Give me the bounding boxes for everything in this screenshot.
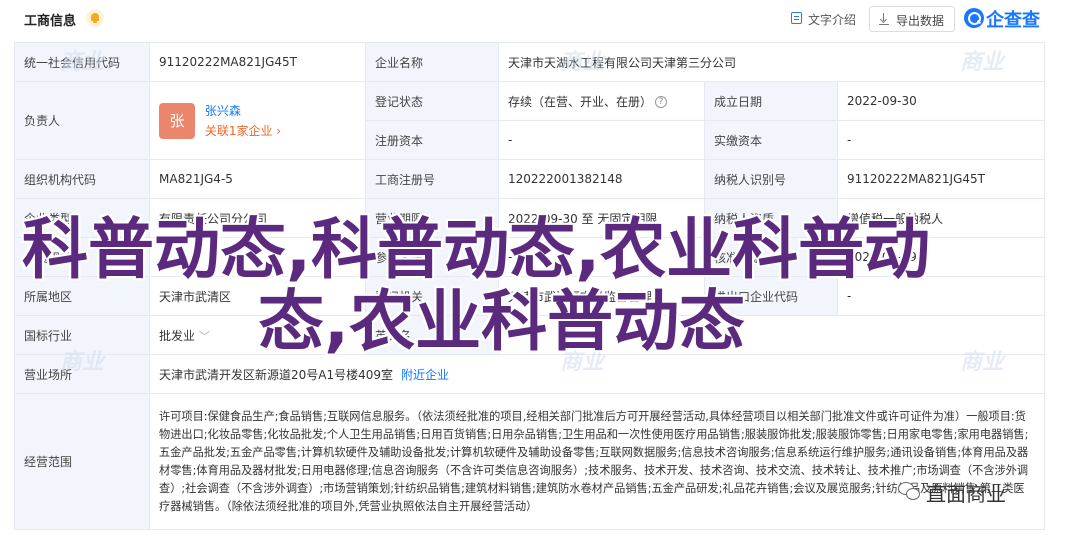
established-value: 2022-09-30 (836, 81, 1046, 121)
org-code-value: MA821JG4-5 (149, 159, 366, 199)
paid-capital-value: - (836, 120, 1046, 160)
logo-text: 企查查 (986, 10, 1040, 31)
legal-rep-name-link[interactable]: 张兴森 (205, 101, 281, 121)
staff-value: - (149, 237, 366, 277)
established-label: 成立日期 (704, 81, 838, 121)
nearby-companies-link[interactable]: 附近企业 (401, 368, 449, 382)
company-name-value: 天津市天湖水工程有限公司天津第三分公司 (497, 42, 1046, 82)
company-name-label: 企业名称 (365, 42, 499, 82)
table-row: 统一社会信用代码 91120222MA821JG45T 企业名称 天津市天湖水工… (14, 42, 1046, 82)
reg-capital-label: 注册资本 (365, 120, 499, 160)
export-data-label: 导出数据 (896, 14, 945, 28)
staff-label: 人员规模 (14, 237, 150, 277)
text-intro-link[interactable]: 文字介绍 (808, 11, 856, 28)
wechat-account-name: 直面商业 (926, 482, 1006, 506)
address-cell: 天津市武清开发区新源道20号A1号楼409室 附近企业 (148, 354, 1046, 394)
scope-value: 许可项目:保健食品生产;食品销售;互联网信息服务。（依法须经批准的项目,经相关部… (148, 393, 1046, 530)
download-icon (879, 13, 889, 25)
industry-value: 批发业 (159, 328, 196, 343)
table-row: 企业类型 有限责任公司分公司 营业期限 2022-09-30 至 无固定期限 纳… (14, 198, 1046, 238)
scope-label: 经营范围 (14, 393, 150, 530)
authority-value: 天津市武清区市场监督管理局 (498, 276, 705, 316)
taxpayer-id-value: 91120222MA821JG45T (836, 159, 1046, 199)
authority-label: 登记机关 (365, 276, 499, 316)
chevron-down-icon: ﹀ (198, 329, 210, 343)
reg-capital-value: - (498, 120, 705, 160)
table-row: 经营范围 许可项目:保健食品生产;食品销售;互联网信息服务。（依法须经批准的项目… (14, 393, 1046, 530)
approval-date-value: 2022-09-19 (836, 237, 1046, 277)
industry-cell[interactable]: 批发业 ﹀ (149, 315, 366, 355)
biz-term-value: 2022-09-30 至 无固定期限 (498, 198, 705, 238)
table-row: 营业场所 天津市武清开发区新源道20号A1号楼409室 附近企业 (14, 354, 1046, 394)
company-type-label: 企业类型 (14, 198, 150, 238)
biz-term-label: 营业期限 (365, 198, 499, 238)
english-name-value: - (497, 315, 1046, 355)
reg-status-label: 登记状态 (365, 81, 499, 121)
table-row: 国标行业 批发业 ﹀ 英文名 - (14, 315, 1046, 355)
paid-capital-label: 实缴资本 (704, 120, 838, 160)
legal-rep-cell: 张 张兴森 关联1家企业 › (149, 81, 366, 160)
section-title: 工商信息 (24, 14, 77, 29)
credit-code-value: 91120222MA821JG45T (149, 42, 366, 82)
legal-rep-info: 张兴森 关联1家企业 › (205, 101, 281, 141)
insured-label: 参保人数 (365, 237, 499, 277)
biz-reg-no-label: 工商注册号 (365, 159, 499, 199)
taxpayer-qual-value: 增值税一般纳税人 (836, 198, 1046, 238)
org-code-label: 组织机构代码 (14, 159, 150, 199)
section-header: 工商信息 文字介绍 导出数据 企查查 (0, 0, 1080, 38)
approval-date-label: 核准日期 (704, 237, 838, 277)
document-icon[interactable] (791, 12, 802, 24)
address-value: 天津市武清开发区新源道20号A1号楼409室 (159, 367, 394, 382)
avatar[interactable]: 张 (159, 102, 195, 139)
legal-rep-label: 负责人 (14, 81, 150, 160)
business-info-table: 统一社会信用代码 91120222MA821JG45T 企业名称 天津市天湖水工… (14, 42, 1046, 530)
related-companies-link[interactable]: 关联1家企业 › (205, 121, 281, 141)
industry-label: 国标行业 (14, 315, 150, 355)
taxpayer-id-label: 纳税人识别号 (704, 159, 838, 199)
table-row: 人员规模 - 参保人数 - 核准日期 2022-09-19 (14, 237, 1046, 277)
table-row: 组织机构代码 MA821JG4-5 工商注册号 120222001382148 … (14, 159, 1046, 199)
insured-value: - (498, 237, 705, 277)
import-export-label: 进出口企业代码 (704, 276, 838, 316)
reg-status-cell: 存续（在营、开业、在册）? (498, 81, 705, 121)
region-value: 天津市武清区 (149, 276, 366, 316)
chevron-right-icon: › (276, 123, 282, 138)
help-icon[interactable]: ? (655, 96, 668, 108)
address-label: 营业场所 (14, 354, 150, 394)
company-type-value: 有限责任公司分公司 (149, 198, 366, 238)
import-export-value: - (836, 276, 1046, 316)
bell-icon[interactable] (86, 9, 104, 27)
wechat-icon (898, 482, 920, 500)
biz-reg-no-value: 120222001382148 (498, 159, 705, 199)
related-companies-text: 关联1家企业 (204, 123, 273, 138)
table-row: 负责人 张 张兴森 关联1家企业 › 登记状态 存续（在营、开业、在册）? 成立… (14, 81, 1046, 160)
region-label: 所属地区 (14, 276, 150, 316)
reg-status-value: 存续（在营、开业、在册） (508, 94, 653, 109)
table-row: 所属地区 天津市武清区 登记机关 天津市武清区市场监督管理局 进出口企业代码 - (14, 276, 1046, 316)
english-name-label: 英文名 (365, 315, 499, 355)
export-data-button[interactable]: 导出数据 (869, 6, 955, 32)
taxpayer-qual-label: 纳税人资质 (704, 198, 838, 238)
magnifier-logo-icon (964, 8, 984, 28)
credit-code-label: 统一社会信用代码 (14, 42, 150, 82)
